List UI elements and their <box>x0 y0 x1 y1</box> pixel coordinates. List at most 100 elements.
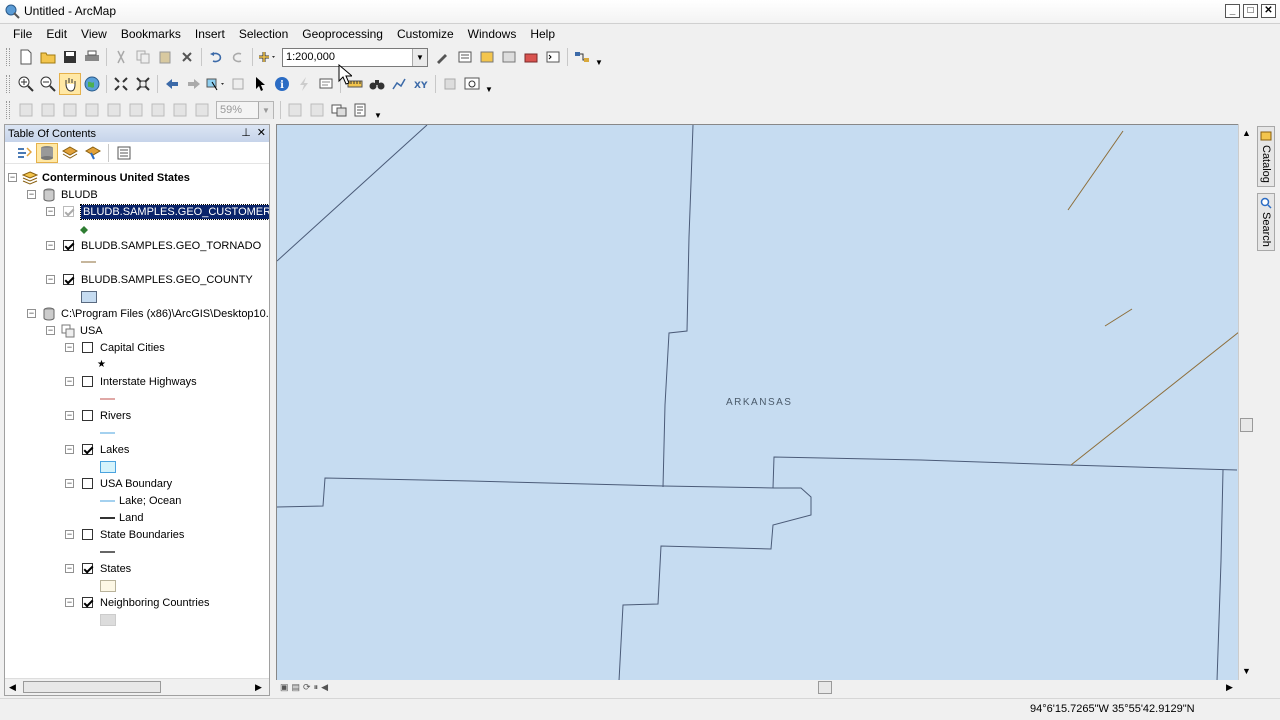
toc-geo-county-row[interactable]: BLUDB.SAMPLES.GEO_COUNTY <box>63 271 253 288</box>
geo-county-checkbox[interactable] <box>63 274 74 285</box>
select-elements-button[interactable] <box>249 73 271 95</box>
create-viewer-button[interactable] <box>461 73 483 95</box>
pause-drawing-icon[interactable]: ⏸ <box>314 682 319 693</box>
copy-button[interactable] <box>132 46 154 68</box>
toolbar-options-chevron-icon[interactable]: ▼ <box>374 111 382 120</box>
collapse-interstate-highways-icon[interactable]: − <box>65 377 74 386</box>
time-slider-button[interactable] <box>439 73 461 95</box>
toolbar-options-chevron-icon[interactable]: ▼ <box>485 85 493 94</box>
collapse-file-group-icon[interactable]: − <box>27 309 36 318</box>
neighboring-countries-checkbox[interactable] <box>82 597 93 608</box>
change-layout-button[interactable] <box>328 99 350 121</box>
catalog-window-button[interactable] <box>476 46 498 68</box>
toolbar-options-chevron-icon[interactable]: ▼ <box>595 58 603 67</box>
paste-button[interactable] <box>154 46 176 68</box>
layout-fixed-zoom-in-button[interactable] <box>125 99 147 121</box>
layout-pan-button[interactable] <box>59 99 81 121</box>
close-button[interactable]: ✕ <box>1261 4 1276 18</box>
menu-windows[interactable]: Windows <box>461 24 524 44</box>
python-window-button[interactable] <box>542 46 564 68</box>
toc-geo-tornado-row[interactable]: BLUDB.SAMPLES.GEO_TORNADO <box>63 237 261 254</box>
menu-insert[interactable]: Insert <box>188 24 232 44</box>
capital-cities-checkbox[interactable] <box>82 342 93 353</box>
table-of-contents-button[interactable] <box>454 46 476 68</box>
scroll-left-icon[interactable]: ◀ <box>321 682 328 693</box>
identify-button[interactable]: i <box>271 73 293 95</box>
data-driven-pages-button[interactable] <box>350 99 372 121</box>
menu-view[interactable]: View <box>74 24 114 44</box>
map-vertical-scroll-thumb[interactable] <box>1240 418 1253 432</box>
chevron-down-icon[interactable]: ▼ <box>412 48 427 66</box>
menu-help[interactable]: Help <box>523 24 562 44</box>
layout-zoom-out-button[interactable] <box>37 99 59 121</box>
find-route-button[interactable] <box>388 73 410 95</box>
collapse-usa-icon[interactable]: − <box>46 326 55 335</box>
toc-scroll-thumb[interactable] <box>23 681 161 693</box>
html-popup-button[interactable] <box>315 73 337 95</box>
select-features-button[interactable] <box>205 73 227 95</box>
focus-data-frame-button[interactable] <box>306 99 328 121</box>
menu-edit[interactable]: Edit <box>39 24 74 44</box>
collapse-geo-customer-icon[interactable]: − <box>46 207 55 216</box>
full-extent-button[interactable] <box>81 73 103 95</box>
states-checkbox[interactable] <box>82 563 93 574</box>
menu-file[interactable]: File <box>6 24 39 44</box>
toc-root-row[interactable]: Conterminous United States <box>22 169 190 186</box>
scroll-right-icon[interactable]: ▶ <box>255 682 262 693</box>
scroll-right-icon[interactable]: ▶ <box>1226 682 1233 693</box>
toc-geo-customer-row[interactable]: BLUDB.SAMPLES.GEO_CUSTOMER <box>63 203 269 220</box>
menu-customize[interactable]: Customize <box>390 24 461 44</box>
toc-states-row[interactable]: States <box>82 560 131 577</box>
layout-zoom-in-button[interactable] <box>15 99 37 121</box>
zoom-100-button[interactable] <box>103 99 125 121</box>
map-scale-combobox[interactable]: 1:200,000 ▼ <box>282 47 428 67</box>
toolbar-grip[interactable] <box>6 101 10 119</box>
list-by-drawing-order-button[interactable] <box>13 143 35 163</box>
collapse-state-boundaries-icon[interactable]: − <box>65 530 74 539</box>
open-button[interactable] <box>37 46 59 68</box>
toolbar-grip[interactable] <box>6 48 10 66</box>
toc-horizontal-scrollbar[interactable]: ◀ ▶ <box>5 678 269 695</box>
zoom-in-button[interactable] <box>15 73 37 95</box>
cut-button[interactable] <box>110 46 132 68</box>
collapse-bludb-icon[interactable]: − <box>27 190 36 199</box>
minimize-button[interactable]: _ <box>1225 4 1240 18</box>
layout-fixed-zoom-out-button[interactable] <box>147 99 169 121</box>
catalog-tab[interactable]: Catalog <box>1257 126 1275 187</box>
toc-lakes-row[interactable]: Lakes <box>82 441 129 458</box>
go-forward-button[interactable] <box>183 73 205 95</box>
model-builder-button[interactable] <box>571 46 593 68</box>
lakes-checkbox[interactable] <box>82 444 93 455</box>
toc-capital-cities-row[interactable]: Capital Cities <box>82 339 165 356</box>
layout-forward-button[interactable] <box>191 99 213 121</box>
rivers-checkbox[interactable] <box>82 410 93 421</box>
collapse-states-icon[interactable]: − <box>65 564 74 573</box>
search-window-button[interactable] <box>498 46 520 68</box>
refresh-icon[interactable]: ⟳ <box>303 682 311 693</box>
layout-view-button[interactable]: ▤ <box>292 682 301 693</box>
save-button[interactable] <box>59 46 81 68</box>
toc-interstate-highways-row[interactable]: Interstate Highways <box>82 373 197 390</box>
pan-button[interactable] <box>59 73 81 95</box>
layout-back-button[interactable] <box>169 99 191 121</box>
geo-tornado-checkbox[interactable] <box>63 240 74 251</box>
search-tab[interactable]: Search <box>1257 192 1275 251</box>
toc-options-button[interactable] <box>113 143 135 163</box>
print-button[interactable] <box>81 46 103 68</box>
zoom-whole-page-button[interactable] <box>81 99 103 121</box>
undo-button[interactable] <box>205 46 227 68</box>
go-back-button[interactable] <box>161 73 183 95</box>
menu-selection[interactable]: Selection <box>232 24 295 44</box>
layout-zoom-combobox[interactable]: 59% ▼ <box>216 101 274 119</box>
collapse-usa-boundary-icon[interactable]: − <box>65 479 74 488</box>
usa-boundary-checkbox[interactable] <box>82 478 93 489</box>
toc-neighboring-countries-row[interactable]: Neighboring Countries <box>82 594 209 611</box>
toc-usa-boundary-row[interactable]: USA Boundary <box>82 475 172 492</box>
collapse-geo-tornado-icon[interactable]: − <box>46 241 55 250</box>
interstate-highways-checkbox[interactable] <box>82 376 93 387</box>
toc-file-group-row[interactable]: C:\Program Files (x86)\ArcGIS\Desktop10.… <box>42 305 269 322</box>
map-vertical-scrollbar[interactable]: ▲ ▼ <box>1238 124 1254 680</box>
add-data-button[interactable] <box>256 46 278 68</box>
list-by-source-button[interactable] <box>36 142 58 163</box>
chevron-down-icon[interactable]: ▼ <box>258 101 273 119</box>
